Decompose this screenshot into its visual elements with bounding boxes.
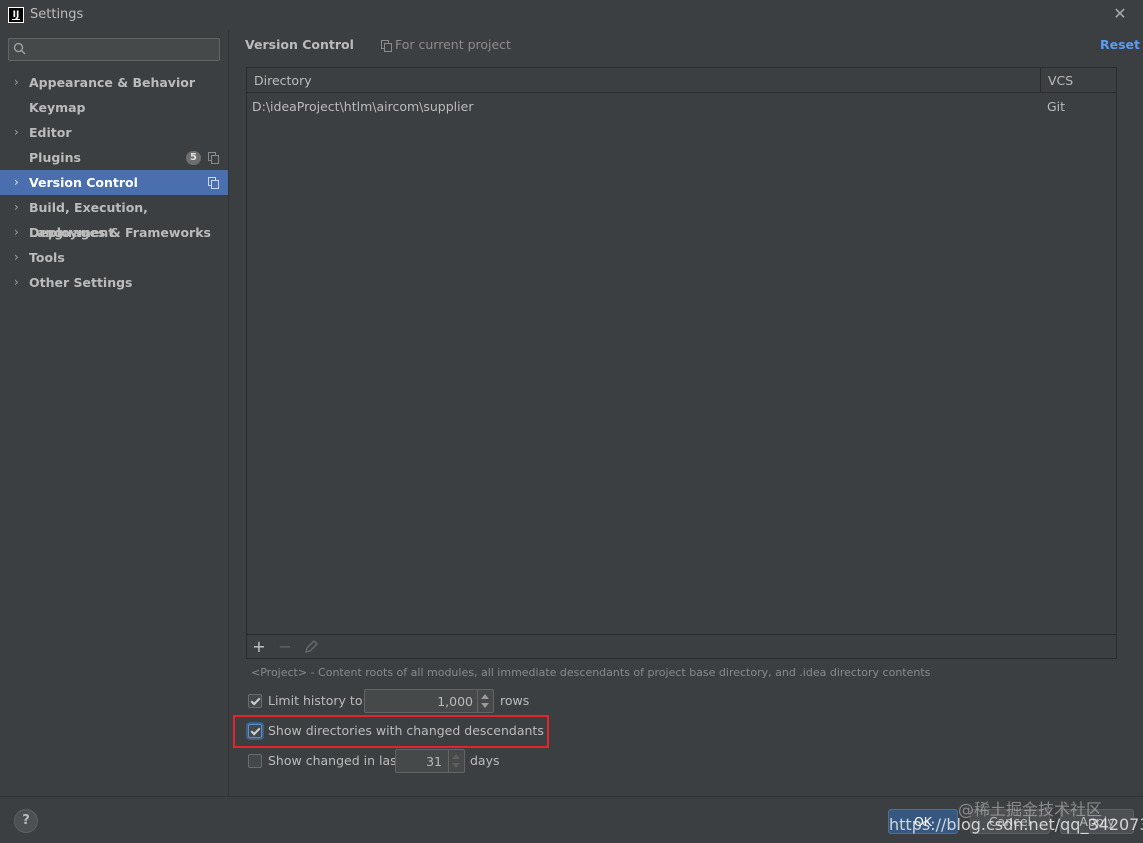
remove-icon[interactable]: − <box>275 637 295 657</box>
spinner-up-icon[interactable] <box>452 754 460 759</box>
sidebar-item-build-execution-deployment[interactable]: › Build, Execution, Deployment <box>0 195 228 240</box>
vcs-mappings-table: Directory VCS D:\ideaProject\htlm\aircom… <box>246 67 1117 659</box>
limit-history-row: Limit history to: rows <box>248 689 568 713</box>
vcs-cell: Git <box>1047 99 1066 114</box>
sidebar-item-editor[interactable]: › Editor <box>0 120 228 145</box>
content-roots-hint: <Project> - Content roots of all modules… <box>251 666 931 679</box>
limit-history-checkbox[interactable] <box>248 694 262 708</box>
help-button[interactable]: ? <box>14 809 38 833</box>
close-icon[interactable]: ✕ <box>1110 4 1130 24</box>
sidebar-item-label: Plugins <box>29 150 81 165</box>
column-header-vcs[interactable]: VCS <box>1048 68 1073 93</box>
sidebar-item-appearance-behavior[interactable]: › Appearance & Behavior <box>0 70 228 95</box>
spinner-arrows <box>448 750 464 772</box>
table-body: D:\ideaProject\htlm\aircom\supplier Git <box>247 94 1116 632</box>
limit-history-unit: rows <box>500 693 530 708</box>
spinner-down-icon[interactable] <box>481 703 489 708</box>
reset-link[interactable]: Reset <box>1100 37 1140 52</box>
spinner-arrows <box>477 690 493 712</box>
sidebar-item-other-settings[interactable]: › Other Settings <box>0 270 228 295</box>
intellij-logo-icon: IJ <box>8 7 24 23</box>
chevron-right-icon: › <box>14 125 19 139</box>
search-input[interactable] <box>33 40 217 59</box>
directory-cell: D:\ideaProject\htlm\aircom\supplier <box>252 99 474 114</box>
table-toolbar: + − <box>247 634 1116 658</box>
chevron-right-icon: › <box>14 75 19 89</box>
show-changed-input[interactable] <box>398 751 442 771</box>
show-changed-spinner[interactable] <box>395 749 465 773</box>
watermark-url: https://blog.csdn.net/qq_34207366 <box>889 815 1143 834</box>
search-icon <box>13 42 26 55</box>
table-row[interactable]: D:\ideaProject\htlm\aircom\supplier Git <box>247 94 1116 120</box>
project-scope-icon <box>208 177 219 189</box>
sidebar-item-languages-frameworks[interactable]: › Languages & Frameworks <box>0 220 228 245</box>
sidebar-item-label: Version Control <box>29 175 138 190</box>
limit-history-label: Limit history to: <box>268 693 367 708</box>
show-changed-label: Show changed in last <box>268 753 402 768</box>
spinner-down-icon[interactable] <box>452 763 460 768</box>
spinner-up-icon[interactable] <box>481 694 489 699</box>
sidebar-item-label: Keymap <box>29 100 86 115</box>
annotation-highlight-box <box>233 715 549 748</box>
plugins-update-badge: 5 <box>186 151 201 165</box>
column-header-directory[interactable]: Directory <box>254 68 312 93</box>
limit-history-spinner[interactable] <box>364 689 494 713</box>
show-changed-checkbox[interactable] <box>248 754 262 768</box>
sidebar-item-label: Editor <box>29 125 72 140</box>
scope-text: For current project <box>395 37 511 52</box>
sidebar-item-label: Tools <box>29 250 65 265</box>
sidebar-item-version-control[interactable]: › Version Control <box>0 170 228 195</box>
settings-content: Version Control For current project Rese… <box>229 30 1143 796</box>
chevron-right-icon: › <box>14 275 19 289</box>
project-scope-icon <box>208 152 219 164</box>
chevron-right-icon: › <box>14 175 19 189</box>
column-divider <box>1116 68 1117 93</box>
limit-history-input[interactable] <box>367 691 473 711</box>
show-changed-unit: days <box>470 753 500 768</box>
title-bar: IJ Settings ✕ <box>0 0 1143 30</box>
table-header: Directory VCS <box>247 68 1117 93</box>
settings-sidebar: › Appearance & Behavior Keymap › Editor … <box>0 30 228 796</box>
window-title: Settings <box>30 7 84 22</box>
edit-pencil-icon[interactable] <box>301 637 321 657</box>
show-changed-row: Show changed in last days <box>248 749 548 773</box>
chevron-right-icon: › <box>14 225 19 239</box>
sidebar-item-keymap[interactable]: Keymap <box>0 95 228 120</box>
page-title: Version Control <box>245 37 354 52</box>
sidebar-item-label: Other Settings <box>29 275 133 290</box>
project-scope-icon <box>381 40 392 52</box>
sidebar-item-label: Appearance & Behavior <box>29 75 195 90</box>
sidebar-item-tools[interactable]: › Tools <box>0 245 228 270</box>
add-icon[interactable]: + <box>249 637 269 657</box>
sidebar-item-label: Languages & Frameworks <box>29 225 211 240</box>
chevron-right-icon: › <box>14 250 19 264</box>
sidebar-item-plugins[interactable]: Plugins 5 <box>0 145 228 170</box>
column-divider <box>1040 68 1041 93</box>
search-box[interactable] <box>8 38 220 61</box>
chevron-right-icon: › <box>14 200 19 214</box>
